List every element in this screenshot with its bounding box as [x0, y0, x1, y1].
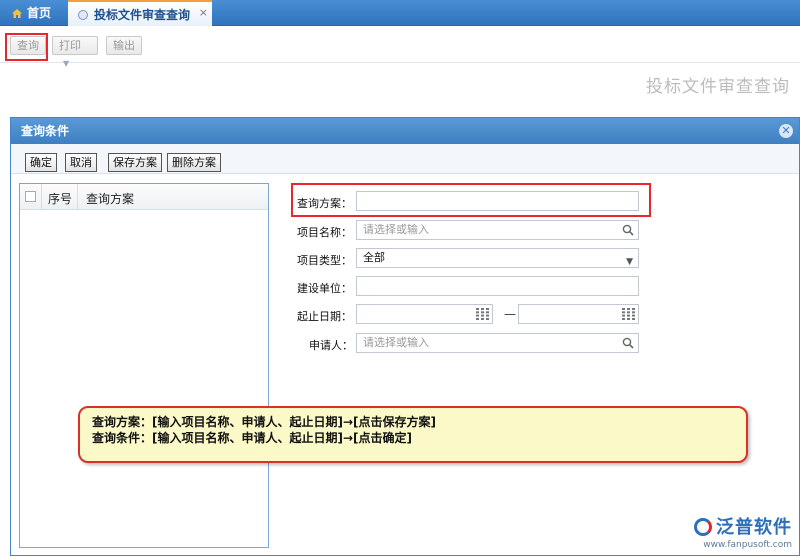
brand-name-row: 泛普软件 [694, 513, 792, 539]
date-range-label: 起止日期： [297, 310, 352, 323]
search-icon[interactable] [622, 224, 634, 236]
column-header-seq[interactable]: 序号 [48, 190, 72, 207]
form-row-project-type: 项目类型： 全部 ▼ [283, 248, 653, 270]
tab-bar: 首页 投标文件审查查询 × [0, 0, 800, 26]
form-row-date-range: 起止日期： — [283, 304, 653, 326]
callout-line-1: 查询方案：[输入项目名称、申请人、起止日期]→[点击保存方案] [92, 415, 436, 429]
column-divider [41, 184, 42, 210]
brand-url: www.fanpusoft.com [703, 540, 792, 550]
print-label: 打印 [59, 39, 81, 52]
search-icon[interactable] [622, 337, 634, 349]
query-highlight-box [5, 33, 48, 61]
form-row-applicant: 申请人： 请选择或输入 [283, 333, 653, 355]
scheme-highlight-box [291, 183, 651, 217]
tab-active-label: 投标文件审查查询 [94, 8, 191, 22]
project-name-label: 项目名称： [297, 226, 352, 239]
column-divider [77, 184, 78, 210]
form-row-builder: 建设单位： [283, 276, 653, 298]
chevron-down-icon: ▼ [626, 257, 633, 267]
home-icon [12, 9, 22, 18]
builder-input[interactable] [356, 276, 639, 296]
main-toolbar: 查询 打印▼ 输出 [0, 27, 800, 68]
applicant-placeholder: 请选择或输入 [363, 336, 429, 349]
tab-close-icon[interactable]: × [199, 0, 208, 26]
save-scheme-button[interactable]: 保存方案 [108, 153, 162, 172]
builder-label: 建设单位： [297, 282, 352, 295]
instruction-callout: 查询方案：[输入项目名称、申请人、起止日期]→[点击保存方案] 查询条件：[输入… [78, 406, 748, 463]
export-button[interactable]: 输出 [106, 36, 142, 55]
delete-scheme-button[interactable]: 删除方案 [167, 153, 221, 172]
chevron-down-icon: ▼ [63, 59, 70, 68]
scheme-list: 序号 查询方案 [19, 183, 269, 548]
project-name-input[interactable]: 请选择或输入 [356, 220, 639, 240]
tab-bid-review-query[interactable]: 投标文件审查查询 × [68, 0, 212, 26]
dialog-title: 查询条件 [21, 124, 70, 138]
form-row-project-name: 项目名称： 请选择或输入 [283, 220, 653, 242]
tab-home[interactable]: 首页 [0, 0, 66, 26]
project-type-value: 全部 [363, 251, 385, 264]
close-icon[interactable]: ✕ [779, 124, 793, 138]
dialog-toolbar: 确定 取消 保存方案 删除方案 [11, 144, 799, 174]
date-to-input[interactable] [518, 304, 639, 324]
project-name-placeholder: 请选择或输入 [363, 223, 429, 236]
date-range-separator: — [504, 307, 516, 321]
applicant-input[interactable]: 请选择或输入 [356, 333, 639, 353]
brand-watermark: 泛普软件 www.fanpusoft.com [694, 513, 792, 550]
brand-logo-icon [694, 518, 712, 536]
project-type-label: 项目类型： [297, 254, 352, 267]
select-all-checkbox[interactable] [25, 191, 36, 202]
dialog-header: 查询条件 ✕ [11, 118, 799, 144]
callout-line-2: 查询条件：[输入项目名称、申请人、起止日期]→[点击确定] [92, 431, 412, 445]
cancel-button[interactable]: 取消 [65, 153, 97, 172]
column-header-scheme[interactable]: 查询方案 [86, 190, 134, 207]
date-from-input[interactable] [356, 304, 493, 324]
calendar-icon[interactable] [622, 308, 635, 320]
page-icon [78, 10, 88, 20]
print-button[interactable]: 打印 ▼ [52, 36, 98, 68]
page-title: 投标文件审查查询 [646, 77, 790, 97]
calendar-icon[interactable] [476, 308, 489, 320]
scheme-list-header: 序号 查询方案 [20, 184, 268, 210]
applicant-label: 申请人： [309, 339, 353, 352]
project-type-select[interactable]: 全部 ▼ [356, 248, 639, 268]
ok-button[interactable]: 确定 [25, 153, 57, 172]
brand-name: 泛普软件 [716, 517, 792, 538]
tab-home-label: 首页 [27, 6, 52, 20]
